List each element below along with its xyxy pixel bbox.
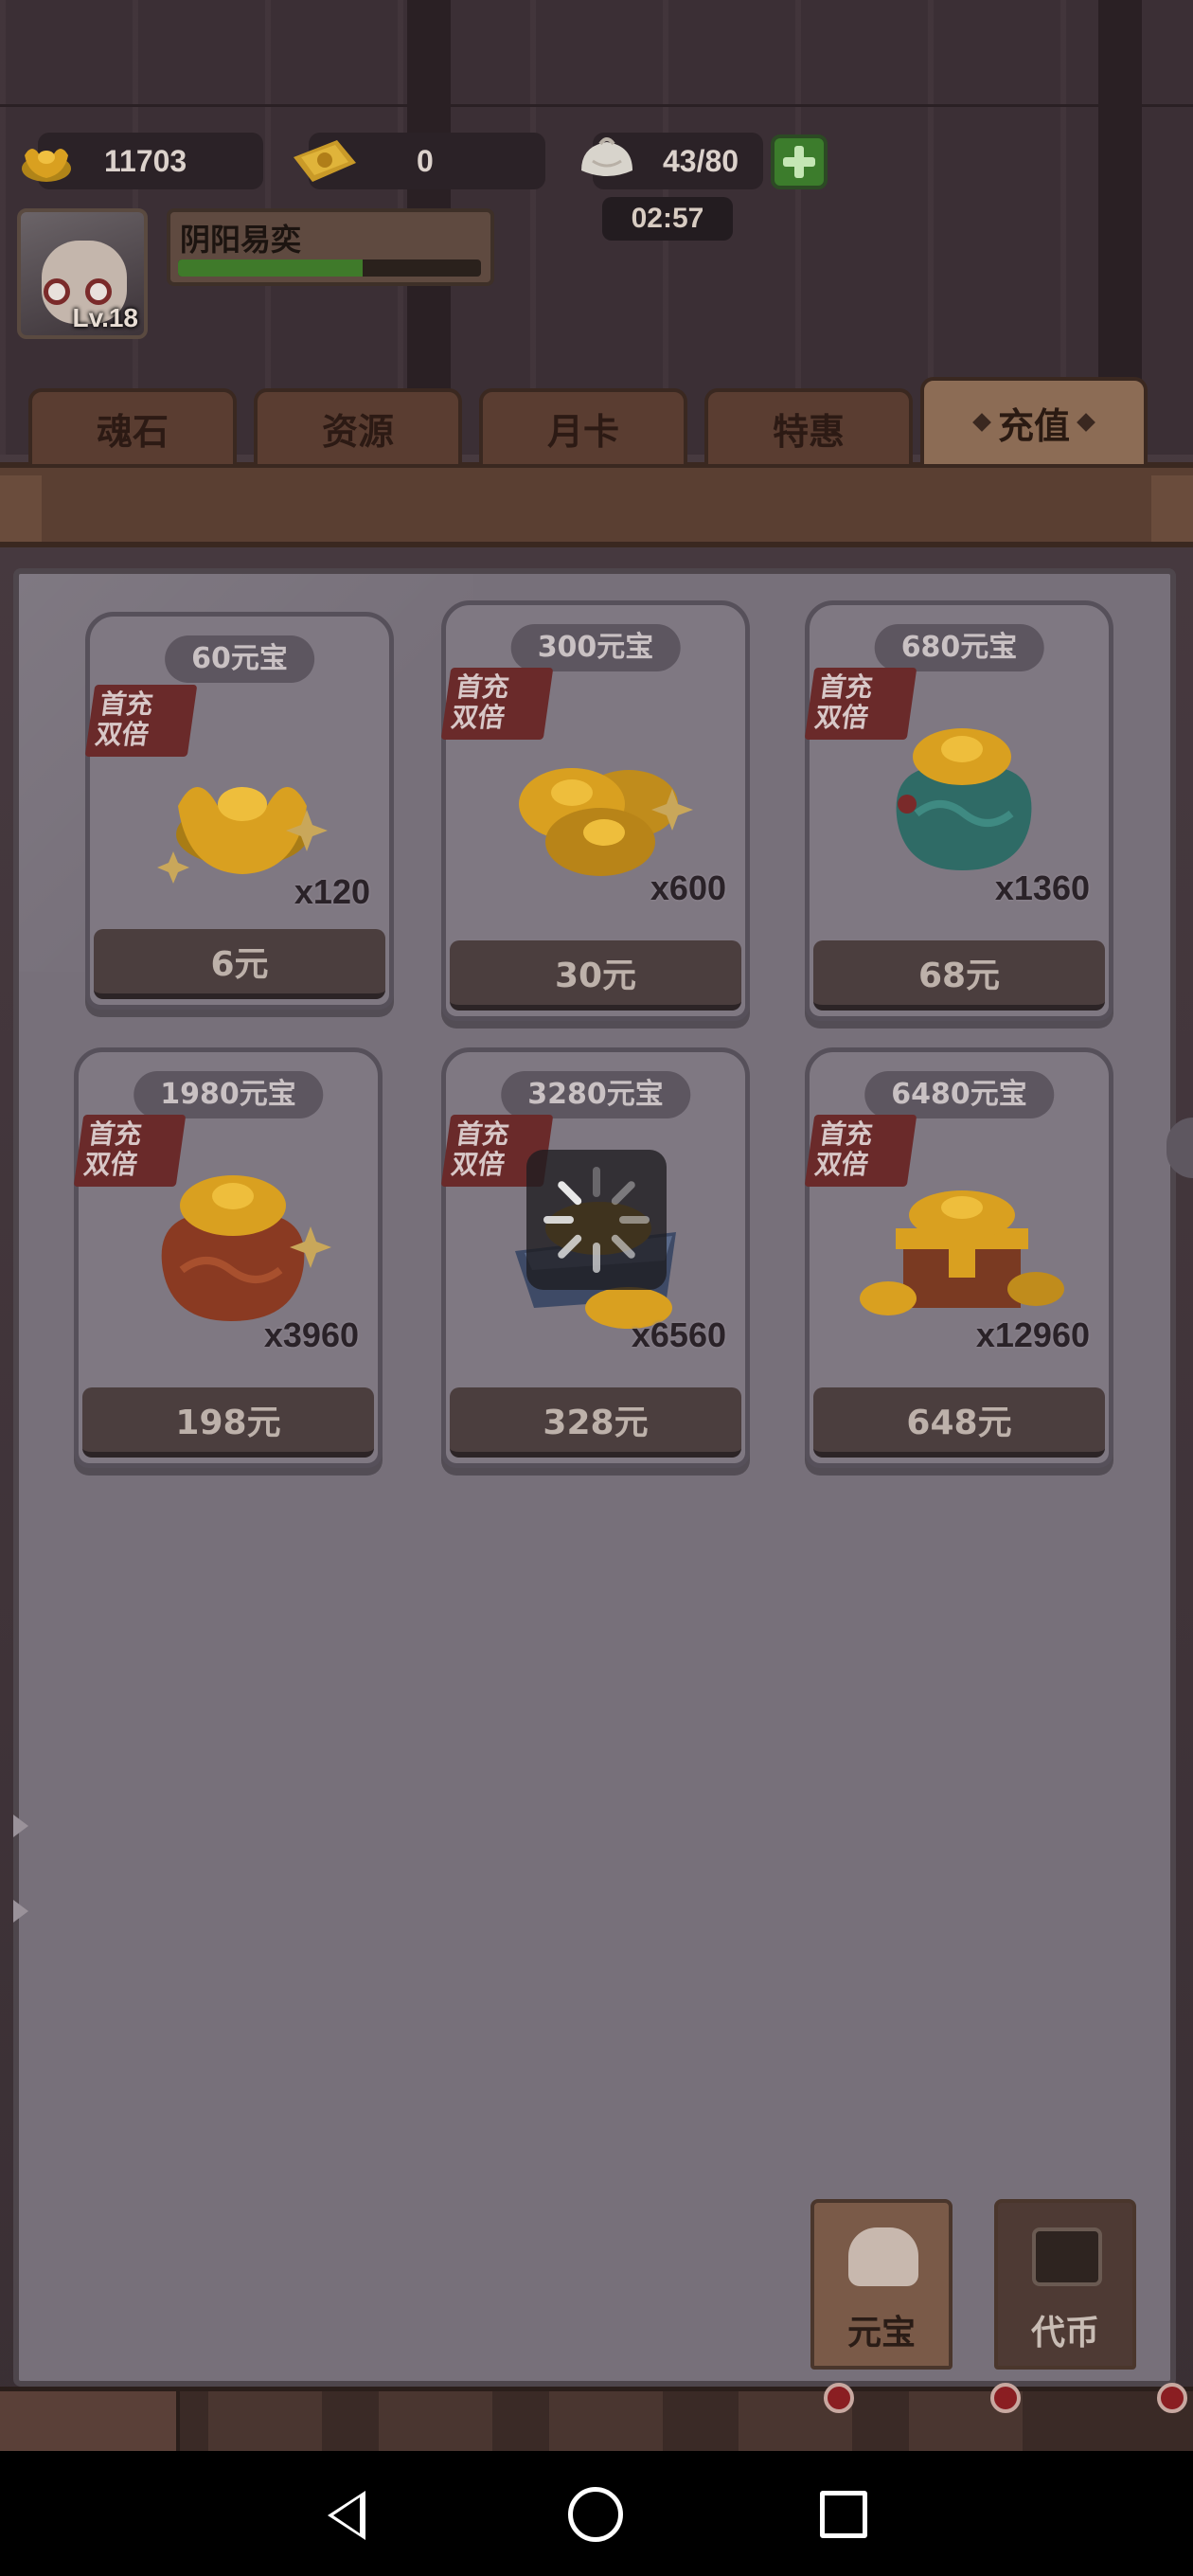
notification-dot [990,2383,1021,2413]
offer-card-1980[interactable]: 1980元宝 首充 双倍 x3960 198元 [73,1047,383,1468]
diamond-deco-icon [972,413,991,432]
tab-label: 资源 [321,410,394,453]
rail-cap [1151,475,1193,542]
buy-button[interactable]: 198元 [82,1387,374,1458]
nav-item[interactable] [379,2391,492,2451]
ticket-icon [294,140,356,182]
xp-fill [178,259,364,277]
offer-card-680[interactable]: 680元宝 首充 双倍 x1360 68元 [804,600,1113,1021]
game-screen: 11703 0 43/80 02:57 Lv.18 阴阳易奕 魂石 资源 月卡 … [0,0,1193,2451]
token-icon [1032,2227,1102,2286]
ticket-value: 0 [417,143,434,178]
spinner-tick [610,1233,637,1261]
stamina-value: 43/80 [663,143,739,178]
offer-count: x3960 [263,1315,359,1354]
tab-recharge[interactable]: 充值 [920,377,1148,468]
nav-home[interactable] [0,2391,180,2451]
player-name-box[interactable]: 阴阳易奕 [167,208,494,286]
home-icon[interactable] [568,2487,623,2542]
ingot-icon [848,2227,918,2286]
spinner-tick [593,1243,600,1273]
tab-label: 月卡 [546,410,619,453]
tab-resources[interactable]: 资源 [254,388,462,468]
tab-rail [0,462,1193,547]
add-stamina-button[interactable] [771,134,828,189]
tab-label: 特惠 [772,410,845,453]
loading-spinner-icon [526,1150,667,1290]
avatar[interactable]: Lv.18 [17,208,148,339]
offer-card-60[interactable]: 60元宝 首充 双倍 x120 6元 [84,612,394,1010]
spinner-tick [556,1179,583,1207]
notification-dot [824,2383,854,2413]
diamond-deco-icon [1077,413,1095,432]
player-name: 阴阳易奕 [180,222,302,258]
rail-cap [0,475,42,542]
offer-amount: 3280元宝 [501,1071,690,1118]
notification-dot [1157,2383,1187,2413]
currency-tab-label: 元宝 [846,2314,916,2352]
spinner-tick [593,1167,600,1197]
buy-button[interactable]: 648元 [813,1387,1105,1458]
tab-soulstone[interactable]: 魂石 [28,388,237,468]
offer-amount: 6480元宝 [864,1071,1054,1118]
offer-card-300[interactable]: 300元宝 首充 双倍 x600 30元 [440,600,750,1021]
offer-amount: 60元宝 [165,635,314,683]
spinner-tick [610,1179,637,1207]
currency-tab-token[interactable]: 代币 [994,2199,1136,2370]
spinner-tick [556,1233,583,1261]
player-level: Lv.18 [72,303,138,332]
spinner-tick [619,1216,650,1224]
stamina-counter[interactable]: 43/80 [581,133,763,189]
offer-amount: 680元宝 [874,624,1044,671]
glasses-icon [44,278,70,305]
tab-monthly-card[interactable]: 月卡 [479,388,687,468]
gold-value: 11703 [104,143,187,178]
teal-money-bag-icon [896,728,1032,870]
gold-ingot-icon [22,149,71,182]
divider [0,104,1193,107]
nav-item[interactable] [549,2391,663,2451]
buy-button[interactable]: 328元 [450,1387,741,1458]
offer-count: x6560 [631,1315,726,1354]
glasses-icon [85,278,112,305]
buy-button[interactable]: 6元 [94,929,385,999]
arrow-right-icon [13,1815,28,1837]
spinner-tick [543,1216,574,1224]
back-icon[interactable] [328,2491,365,2540]
offer-count: x1360 [994,868,1090,907]
steamed-bun-icon [581,137,632,176]
ingot-pile-icon [519,768,693,876]
xp-bar [178,259,481,277]
offer-amount: 1980元宝 [134,1071,323,1118]
ticket-counter[interactable]: 0 [294,133,545,189]
offer-count: x600 [650,868,726,907]
treasure-chest-icon [860,1190,1064,1315]
tab-label: 充值 [997,404,1070,447]
offer-count: x12960 [975,1315,1090,1354]
offer-amount: 300元宝 [510,624,681,671]
nav-item[interactable] [208,2391,322,2451]
arrow-right-icon [13,1900,28,1923]
tab-special-offer[interactable]: 特惠 [704,388,913,468]
currency-tab-label: 代币 [1030,2314,1099,2352]
offer-card-6480[interactable]: 6480元宝 首充 双倍 x12960 648元 [804,1047,1113,1468]
currency-tab-ingot[interactable]: 元宝 [810,2199,953,2370]
tab-label: 魂石 [96,410,169,453]
gold-counter[interactable]: 11703 [22,133,263,189]
stamina-timer: 02:57 [602,197,733,241]
buy-button[interactable]: 68元 [813,940,1105,1011]
recent-apps-icon[interactable] [820,2491,867,2538]
buy-button[interactable]: 30元 [450,940,741,1011]
offer-count: x120 [294,872,370,911]
red-money-bag-icon [161,1175,331,1321]
